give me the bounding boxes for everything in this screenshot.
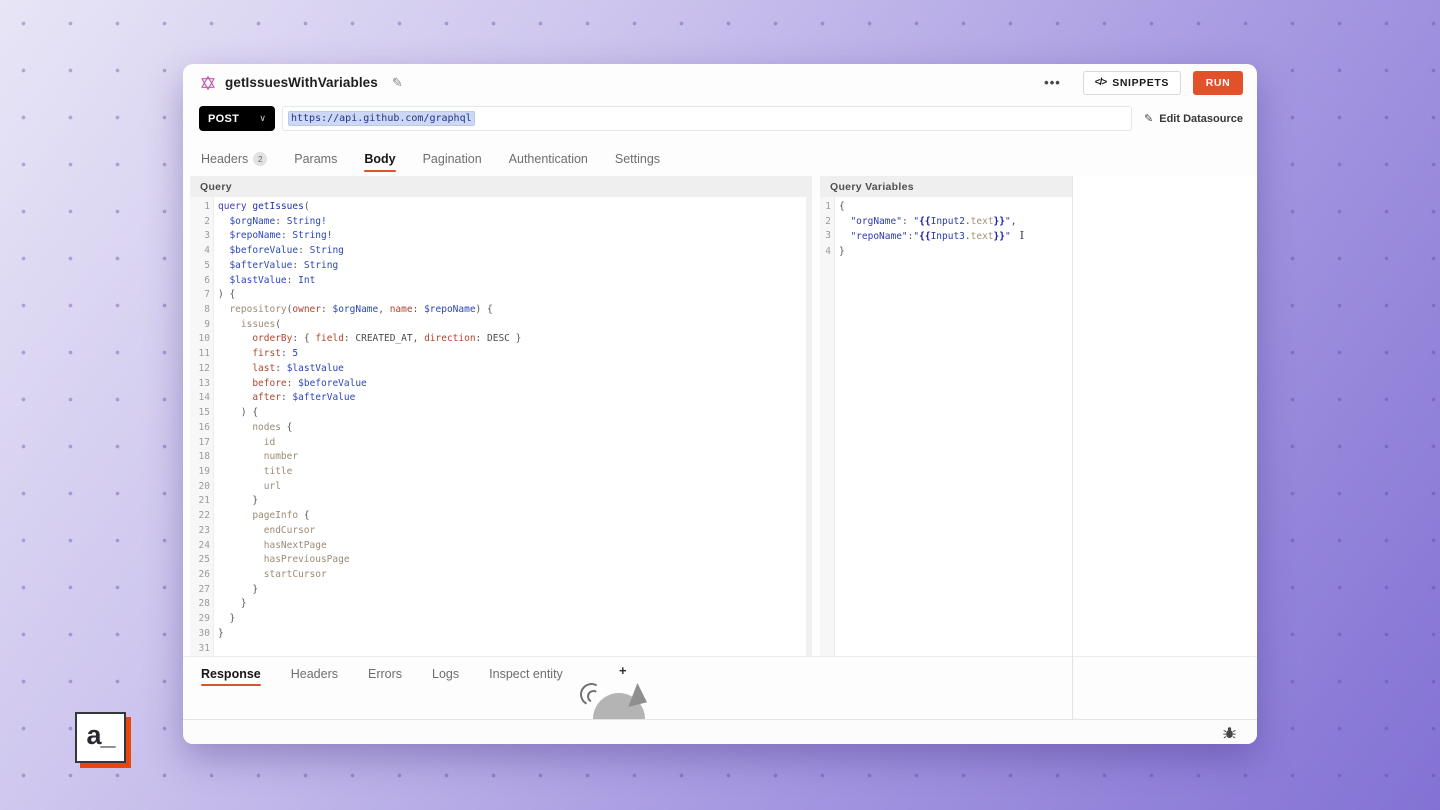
code-icon: </> bbox=[1094, 77, 1108, 88]
query-code: 1 query getIssues(2 $orgName: String! 3 $r… bbox=[198, 201, 522, 654]
tab-response-headers-label: Headers bbox=[290, 666, 338, 681]
tab-params[interactable]: Params bbox=[294, 142, 337, 176]
tab-errors[interactable]: Errors bbox=[368, 657, 402, 690]
tab-headers-label: Headers bbox=[201, 152, 249, 166]
more-options-button[interactable]: ••• bbox=[1036, 73, 1069, 92]
editor-scrollbar[interactable] bbox=[806, 197, 812, 656]
line-number-gutter bbox=[820, 197, 835, 656]
body-editors: Query 1 query getIssues(2 $orgName: Strin… bbox=[183, 176, 1257, 656]
tab-pagination-label: Pagination bbox=[422, 152, 482, 166]
query-panel-title: Query bbox=[190, 176, 812, 197]
run-button[interactable]: RUN bbox=[1193, 70, 1243, 95]
tab-response-headers[interactable]: Headers bbox=[291, 657, 338, 690]
tab-logs-label: Logs bbox=[432, 666, 460, 681]
debug-icon[interactable] bbox=[1223, 726, 1236, 739]
variables-code-editor[interactable]: 1{2 "orgName": "{{Input2.text}}", 3 "repo… bbox=[820, 197, 1072, 656]
query-panel: Query 1 query getIssues(2 $orgName: Strin… bbox=[190, 176, 812, 656]
query-variables-title: Query Variables bbox=[820, 176, 1072, 197]
tab-response[interactable]: Response bbox=[201, 657, 261, 690]
api-editor-window: getIssuesWithVariables ✎ ••• </> SNIPPET… bbox=[183, 64, 1257, 744]
url-value: https://api.github.com/graphql bbox=[288, 111, 475, 126]
query-title: getIssuesWithVariables bbox=[225, 75, 378, 90]
snippets-button[interactable]: </> SNIPPETS bbox=[1082, 70, 1181, 95]
method-dropdown[interactable]: POST ∨ bbox=[199, 106, 275, 131]
edit-datasource-button[interactable]: ✎ Edit Datasource bbox=[1144, 112, 1243, 126]
window-header: getIssuesWithVariables ✎ ••• </> SNIPPET… bbox=[183, 64, 1257, 101]
query-variables-panel: Query Variables 1{2 "orgName": "{{Input2… bbox=[820, 176, 1072, 656]
url-input[interactable]: https://api.github.com/graphql bbox=[282, 106, 1133, 131]
request-tabs: Headers 2 Params Body Pagination Authent… bbox=[183, 142, 1257, 176]
edit-datasource-label: Edit Datasource bbox=[1159, 112, 1243, 125]
empty-side-area bbox=[1072, 176, 1257, 656]
response-empty-area bbox=[183, 690, 1257, 719]
window-footer bbox=[183, 719, 1257, 744]
tab-params-label: Params bbox=[294, 152, 338, 166]
variables-code: 1{2 "orgName": "{{Input2.text}}", 3 "repo… bbox=[825, 201, 1025, 258]
appsmith-logo: a_ bbox=[75, 712, 126, 763]
tab-authentication-label: Authentication bbox=[508, 152, 588, 166]
tab-pagination[interactable]: Pagination bbox=[423, 142, 482, 176]
tab-errors-label: Errors bbox=[368, 666, 403, 681]
chevron-down-icon: ∨ bbox=[259, 113, 266, 123]
appsmith-logo-text: a_ bbox=[86, 720, 115, 750]
headers-count-badge: 2 bbox=[253, 152, 268, 166]
response-tabs: Response Headers Errors Logs Inspect ent… bbox=[183, 656, 1257, 690]
panel-divider bbox=[1072, 176, 1073, 719]
tab-settings-label: Settings bbox=[614, 152, 661, 166]
panel-gap bbox=[812, 176, 820, 656]
method-label: POST bbox=[208, 112, 240, 125]
pencil-icon: ✎ bbox=[1144, 113, 1154, 125]
snippets-label: SNIPPETS bbox=[1112, 76, 1169, 89]
tab-inspect-entity[interactable]: Inspect entity bbox=[489, 657, 563, 690]
tab-logs[interactable]: Logs bbox=[432, 657, 459, 690]
query-code-editor[interactable]: 1 query getIssues(2 $orgName: String! 3 $r… bbox=[190, 197, 812, 656]
rename-icon[interactable]: ✎ bbox=[392, 75, 403, 91]
tab-settings[interactable]: Settings bbox=[615, 142, 660, 176]
tab-body[interactable]: Body bbox=[364, 142, 396, 176]
request-url-row: POST ∨ https://api.github.com/graphql ✎ … bbox=[183, 101, 1257, 142]
tab-headers[interactable]: Headers 2 bbox=[201, 142, 268, 176]
tab-authentication[interactable]: Authentication bbox=[509, 142, 588, 176]
tab-body-label: Body bbox=[364, 152, 396, 166]
graphql-icon bbox=[200, 75, 216, 91]
tab-inspect-entity-label: Inspect entity bbox=[489, 666, 563, 681]
tab-response-label: Response bbox=[201, 666, 261, 681]
